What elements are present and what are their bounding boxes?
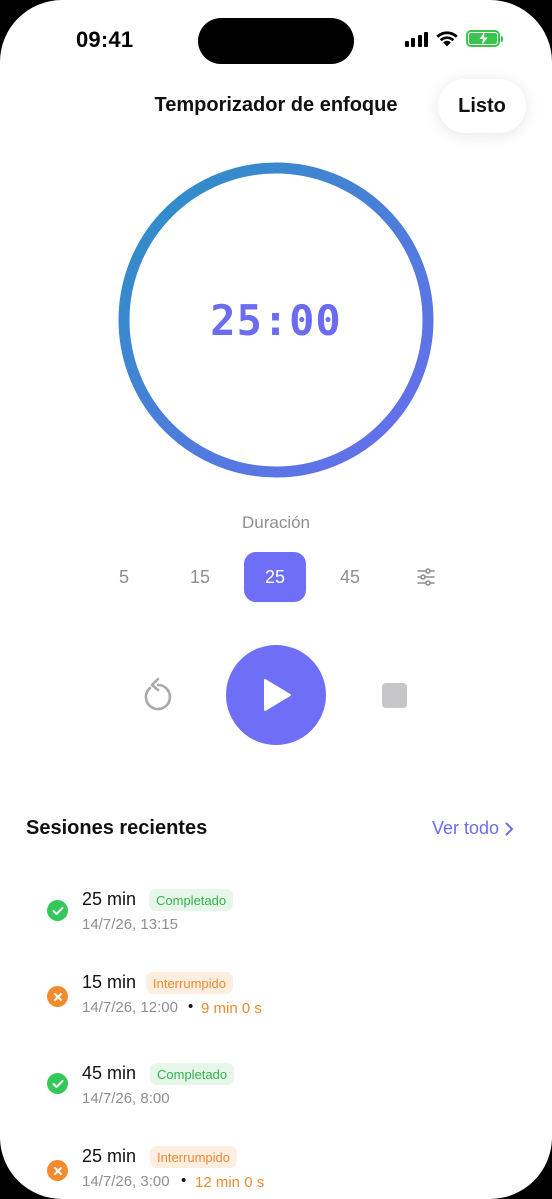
status-badge: Completado [149, 889, 234, 911]
duration-presets: 5 15 25 45 [0, 552, 552, 602]
wifi-icon [436, 31, 458, 47]
play-icon [264, 679, 291, 711]
x-icon [47, 1160, 68, 1181]
separator-dot: • [181, 1172, 187, 1189]
session-duration: 25 min [82, 1146, 137, 1166]
sliders-icon[interactable] [416, 567, 436, 587]
session-duration: 25 min [82, 889, 137, 909]
elapsed-time: 9 min 0 s [201, 1000, 262, 1017]
check-icon [47, 900, 68, 921]
elapsed-time: 12 min 0 s [195, 1174, 265, 1191]
status-badge: Completado [150, 1063, 235, 1085]
session-duration: 15 min [82, 972, 137, 992]
session-date: 14/7/26, 12:00 [82, 999, 178, 1016]
duration-label: Duración [241, 513, 311, 532]
status-badge: Interrumpido [150, 1146, 237, 1168]
battery-charging-icon [466, 30, 503, 47]
cellular-signal-icon [404, 31, 428, 47]
done-button[interactable]: Listo [438, 79, 526, 133]
status-badge: Interrumpido [146, 972, 233, 994]
session-date: 14/7/26, 3:00 [82, 1173, 170, 1190]
see-all-link[interactable]: Ver todo [432, 818, 514, 839]
dynamic-island [198, 18, 354, 64]
session-row[interactable]: 25 min Completado 14/7/26, 13:15 [0, 889, 552, 959]
recent-sessions-title: Sesiones recientes [26, 817, 208, 839]
separator-dot: • [188, 998, 194, 1015]
reset-icon[interactable] [141, 677, 175, 713]
duration-option-15[interactable]: 15 [178, 552, 222, 602]
status-time: 09:41 [76, 27, 134, 52]
x-icon [47, 986, 68, 1007]
duration-option-45[interactable]: 45 [328, 552, 372, 602]
phone-screen: 09:41 Temporizador de enfoque Listo 25:0… [0, 0, 552, 1199]
duration-option-25[interactable]: 25 [244, 552, 306, 602]
session-row[interactable]: 45 min Completado 14/7/26, 8:00 [0, 1063, 552, 1133]
session-date: 14/7/26, 13:15 [82, 916, 178, 933]
chevron-right-icon [505, 822, 513, 835]
play-button[interactable] [226, 645, 326, 745]
see-all-label: Ver todo [431, 818, 499, 838]
stop-button[interactable] [382, 683, 407, 708]
duration-option-5[interactable]: 5 [104, 552, 144, 602]
status-icons [404, 30, 503, 47]
session-duration: 45 min [82, 1063, 137, 1083]
check-icon [47, 1073, 68, 1094]
timer-display: 25:00 [210, 295, 342, 345]
session-row[interactable]: 15 min Interrumpido 14/7/26, 12:00 • 9 m… [0, 972, 552, 1042]
session-date: 14/7/26, 8:00 [82, 1090, 170, 1107]
session-row[interactable]: 25 min Interrumpido 14/7/26, 3:00 • 12 m… [0, 1146, 552, 1199]
